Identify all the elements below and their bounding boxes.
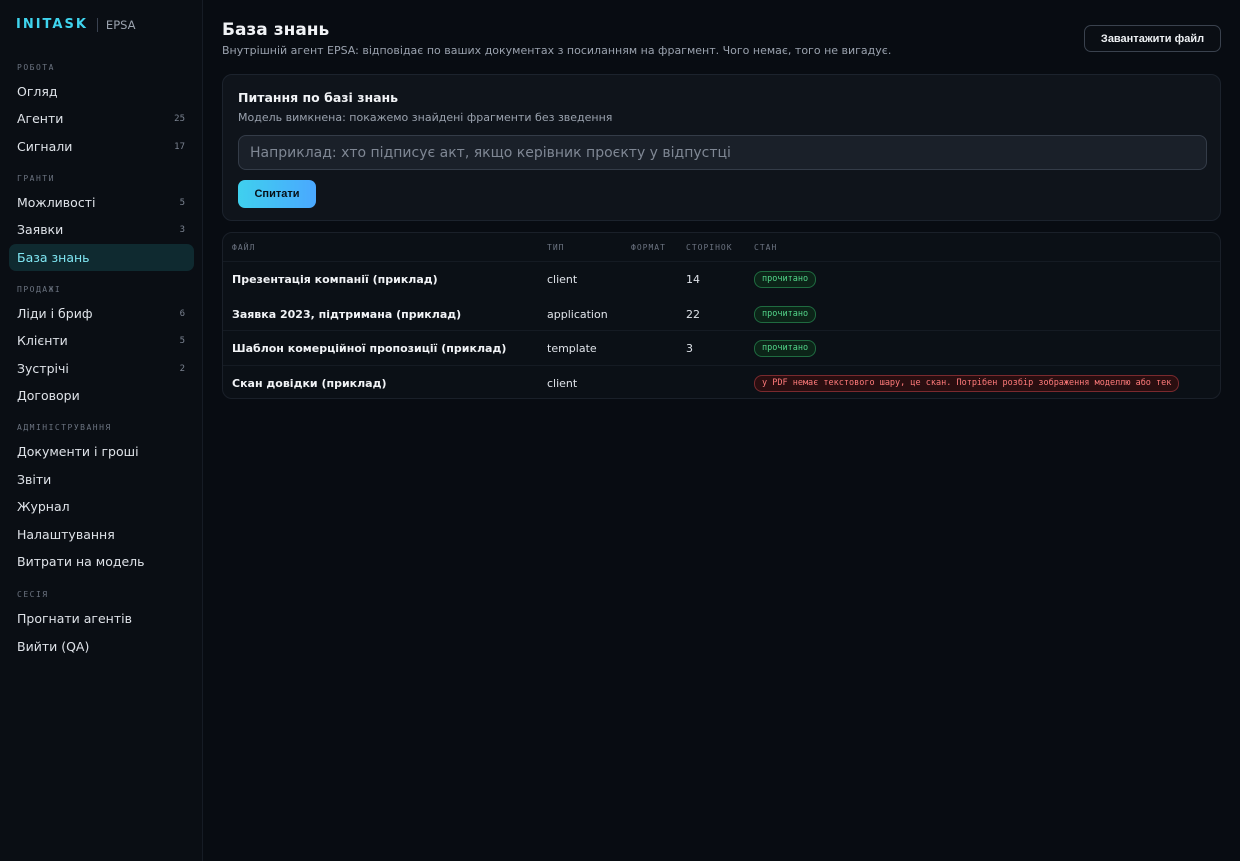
- sidebar-item-count: 6: [179, 308, 185, 319]
- status-badge: прочитано: [754, 339, 817, 357]
- file-name: Скан довідки (приклад): [232, 376, 387, 390]
- column-header-pages: СТОРІНОК: [686, 243, 733, 252]
- file-type: application: [547, 307, 608, 321]
- sidebar-item-leads[interactable]: Ліди і бриф 6: [9, 300, 194, 327]
- section-title-sales: ПРОДАЖІ: [17, 285, 62, 294]
- sidebar-item-run-agents[interactable]: Прогнати агентів: [9, 605, 194, 632]
- sidebar-item-meetings[interactable]: Зустрічі 2: [9, 355, 194, 382]
- sidebar-item-signals[interactable]: Сигнали 17: [9, 133, 194, 160]
- section-title-grants: ГРАНТИ: [17, 174, 55, 183]
- column-header-status: СТАН: [754, 243, 778, 252]
- column-header-file: ФАЙЛ: [232, 243, 256, 252]
- question-input[interactable]: [238, 135, 1207, 170]
- brand-org: EPSA: [105, 17, 136, 32]
- sidebar-item-label: Можливості: [17, 195, 96, 210]
- status-badge: прочитано: [754, 270, 817, 288]
- sidebar-item-model-costs[interactable]: Витрати на модель: [9, 548, 194, 575]
- sidebar-item-label: Документи і гроші: [17, 444, 139, 459]
- sidebar-item-label: Клієнти: [17, 333, 68, 348]
- sidebar-item-contracts[interactable]: Договори: [9, 382, 194, 409]
- table-row[interactable]: Скан довідки (приклад) client у PDF нема…: [223, 365, 1220, 398]
- sidebar-item-reports[interactable]: Звіти: [9, 466, 194, 493]
- brand-divider: [96, 17, 98, 32]
- table-row[interactable]: Заявка 2023, підтримана (приклад) applic…: [223, 296, 1220, 331]
- page-title: База знань: [222, 20, 330, 40]
- sidebar-item-label: Журнал: [17, 499, 70, 514]
- sidebar-item-label: Сигнали: [17, 139, 73, 154]
- brand-logo-text: INITASK: [16, 17, 88, 32]
- sidebar-item-clients[interactable]: Клієнти 5: [9, 327, 194, 354]
- qa-card: Питання по базі знань Модель вимкнена: п…: [222, 74, 1221, 221]
- brand[interactable]: INITASK EPSA: [16, 17, 136, 32]
- qa-title: Питання по базі знань: [238, 90, 399, 105]
- file-type: client: [547, 272, 578, 286]
- column-header-type: ТИП: [547, 243, 565, 252]
- sidebar-item-overview[interactable]: Огляд: [9, 78, 194, 105]
- sidebar-item-label: Агенти: [17, 111, 64, 126]
- sidebar: INITASK EPSA РОБОТА Огляд Агенти 25 Сигн…: [0, 0, 203, 861]
- sidebar-item-label: Звіти: [17, 472, 52, 487]
- status-badge: у PDF немає текстового шару, це скан. По…: [754, 374, 1180, 392]
- section-title-session: СЕСІЯ: [17, 590, 49, 599]
- file-type: client: [547, 376, 578, 390]
- ask-button[interactable]: Спитати: [238, 180, 316, 208]
- section-title-admin: АДМІНІСТРУВАННЯ: [17, 423, 112, 432]
- file-pages: 3: [686, 341, 693, 355]
- file-pages: 22: [686, 307, 700, 321]
- sidebar-item-applications[interactable]: Заявки 3: [9, 216, 194, 243]
- sidebar-item-agents[interactable]: Агенти 25: [9, 105, 194, 132]
- sidebar-item-label: Зустрічі: [17, 361, 69, 376]
- sidebar-item-label: Ліди і бриф: [17, 306, 93, 321]
- sidebar-item-count: 17: [174, 141, 185, 152]
- sidebar-item-settings[interactable]: Налаштування: [9, 521, 194, 548]
- sidebar-item-journal[interactable]: Журнал: [9, 493, 194, 520]
- table-row[interactable]: Презентація компанії (приклад) client 14…: [223, 261, 1220, 296]
- upload-file-button[interactable]: Завантажити файл: [1084, 25, 1221, 52]
- sidebar-item-label: База знань: [17, 250, 90, 265]
- sidebar-item-label: Прогнати агентів: [17, 611, 132, 626]
- sidebar-item-label: Огляд: [17, 84, 58, 99]
- qa-subtitle: Модель вимкнена: покажемо знайдені фрагм…: [238, 111, 613, 124]
- sidebar-item-count: 5: [179, 197, 185, 208]
- file-name: Заявка 2023, підтримана (приклад): [232, 307, 462, 321]
- status-badge: прочитано: [754, 305, 817, 323]
- sidebar-item-knowledge-base[interactable]: База знань: [9, 244, 194, 271]
- page-subtitle: Внутрішній агент EPSA: відповідає по ваш…: [222, 44, 892, 57]
- sidebar-item-label: Заявки: [17, 222, 64, 237]
- sidebar-item-logout[interactable]: Вийти (QA): [9, 633, 194, 660]
- sidebar-item-label: Налаштування: [17, 527, 115, 542]
- file-name: Презентація компанії (приклад): [232, 272, 438, 286]
- sidebar-item-count: 3: [179, 224, 185, 235]
- sidebar-item-opportunities[interactable]: Можливості 5: [9, 189, 194, 216]
- file-name: Шаблон комерційної пропозиції (приклад): [232, 341, 507, 355]
- file-pages: 14: [686, 272, 700, 286]
- sidebar-item-count: 25: [174, 113, 185, 124]
- sidebar-item-label: Договори: [17, 388, 80, 403]
- section-title-work: РОБОТА: [17, 63, 55, 72]
- table-row[interactable]: Шаблон комерційної пропозиції (приклад) …: [223, 330, 1220, 365]
- sidebar-item-label: Вийти (QA): [17, 639, 90, 654]
- sidebar-item-count: 5: [179, 335, 185, 346]
- files-table: ФАЙЛ ТИП ФОРМАТ СТОРІНОК СТАН Презентаці…: [222, 232, 1221, 399]
- sidebar-item-count: 2: [179, 363, 185, 374]
- column-header-format: ФОРМАТ: [631, 243, 666, 252]
- sidebar-item-label: Витрати на модель: [17, 554, 145, 569]
- sidebar-item-documents[interactable]: Документи і гроші: [9, 438, 194, 465]
- file-type: template: [547, 341, 597, 355]
